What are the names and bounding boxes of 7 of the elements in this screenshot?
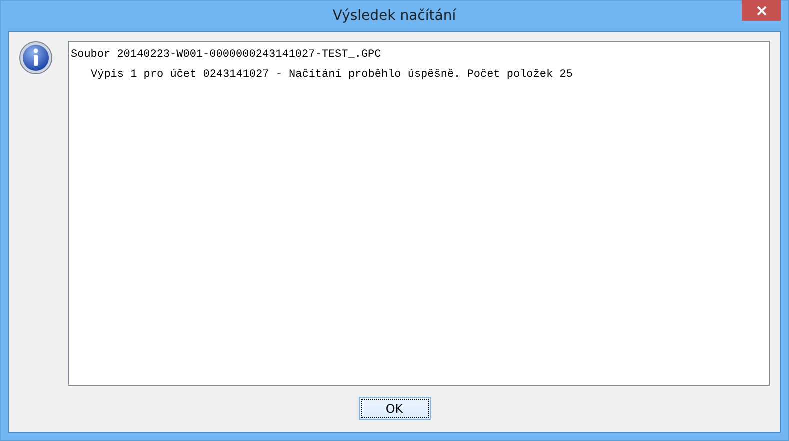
log-line: Výpis 1 pro účet 0243141027 - Načítání proběhlo úspěšně. Počet položek 25	[91, 68, 573, 83]
close-icon	[756, 6, 766, 16]
window-title: Výsledek načítání	[332, 8, 456, 24]
ok-button[interactable]: OK	[358, 397, 430, 420]
log-line: Soubor 20140223-W001-0000000243141027-TEST_.GPC	[71, 48, 382, 63]
info-icon	[19, 41, 53, 75]
close-button[interactable]	[742, 0, 781, 21]
